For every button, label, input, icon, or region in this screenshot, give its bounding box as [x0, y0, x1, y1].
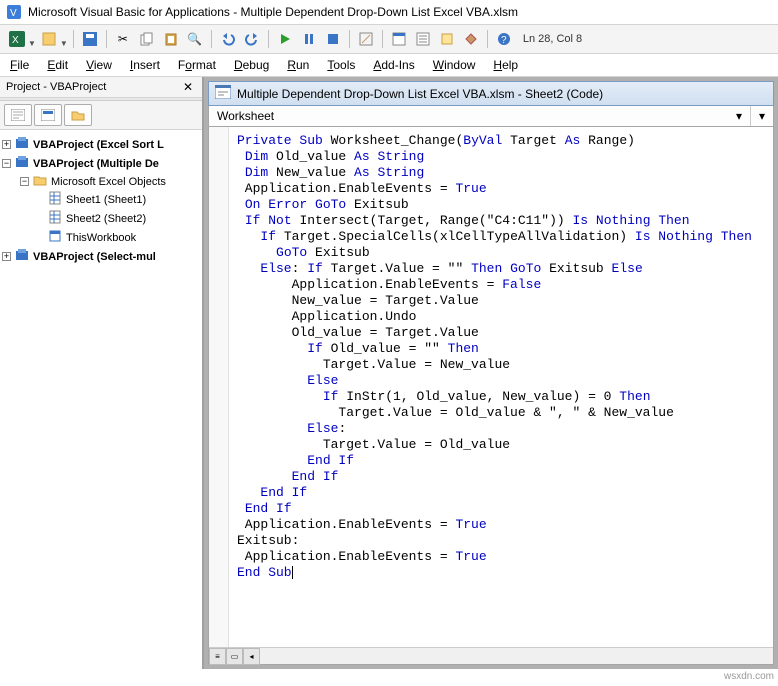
full-module-view-icon[interactable]: ≡	[209, 648, 226, 665]
toggle-folders-icon[interactable]	[64, 104, 92, 126]
watermark: wsxdn.com	[724, 671, 774, 682]
sheet-icon	[48, 191, 62, 208]
excel-icon[interactable]: X	[6, 28, 28, 50]
design-mode-icon[interactable]	[355, 28, 377, 50]
save-icon[interactable]	[79, 28, 101, 50]
procedure-combo[interactable]: ▾	[751, 106, 773, 126]
expander-icon[interactable]: +	[2, 252, 11, 261]
code-window-icon	[215, 85, 231, 102]
folder-open-icon	[33, 174, 47, 189]
chevron-down-icon: ▾	[736, 109, 742, 123]
cut-icon[interactable]: ✂	[112, 28, 134, 50]
menu-file[interactable]: File	[10, 58, 29, 72]
pause-icon[interactable]	[298, 28, 320, 50]
title-bar: V Microsoft Visual Basic for Application…	[0, 0, 778, 25]
code-margin	[209, 127, 229, 647]
project-icon	[15, 248, 29, 265]
menu-run[interactable]: Run	[287, 58, 309, 72]
code-window-titlebar[interactable]: Multiple Dependent Drop-Down List Excel …	[208, 81, 774, 106]
code-text[interactable]: Private Sub Worksheet_Change(ByVal Targe…	[229, 127, 773, 647]
code-window-title: Multiple Dependent Drop-Down List Excel …	[237, 87, 603, 101]
svg-text:V: V	[10, 8, 17, 19]
text-caret	[292, 566, 293, 579]
code-combo-row: Worksheet▾ ▾	[208, 106, 774, 127]
project-panel-header: Project - VBAProject ✕	[0, 77, 202, 98]
object-browser-icon[interactable]	[436, 28, 458, 50]
menu-bar: File Edit View Insert Format Debug Run T…	[0, 54, 778, 77]
menu-debug[interactable]: Debug	[234, 58, 269, 72]
expander-icon[interactable]: −	[2, 159, 11, 168]
paste-icon[interactable]	[160, 28, 182, 50]
menu-addins[interactable]: Add-Ins	[373, 58, 414, 72]
code-area: Multiple Dependent Drop-Down List Excel …	[204, 77, 778, 669]
window-title: Microsoft Visual Basic for Applications …	[28, 5, 518, 19]
tree-thisworkbook[interactable]: ThisWorkbook	[2, 228, 200, 247]
project-panel-toolbar	[0, 101, 202, 130]
form-icon[interactable]	[38, 28, 60, 50]
toolbox-icon[interactable]	[460, 28, 482, 50]
menu-insert[interactable]: Insert	[130, 58, 160, 72]
project-explorer-icon[interactable]	[388, 28, 410, 50]
undo-icon[interactable]	[217, 28, 239, 50]
copy-icon[interactable]	[136, 28, 158, 50]
tree-sheet1[interactable]: Sheet1 (Sheet1)	[2, 190, 200, 209]
menu-help[interactable]: Help	[493, 58, 518, 72]
tree-project-2[interactable]: −VBAProject (Multiple De	[2, 154, 200, 173]
properties-icon[interactable]	[412, 28, 434, 50]
project-panel: Project - VBAProject ✕ +VBAProject (Exce…	[0, 77, 204, 669]
chevron-down-icon: ▾	[759, 109, 765, 123]
menu-window[interactable]: Window	[433, 58, 476, 72]
procedure-view-icon[interactable]: ▭	[226, 648, 243, 665]
sheet-icon	[48, 210, 62, 227]
main-toolbar: X▼ ▼ ✂ 🔍 ? Ln 28, Col 8	[0, 25, 778, 54]
tree-sheet2[interactable]: Sheet2 (Sheet2)	[2, 209, 200, 228]
tree-project-1[interactable]: +VBAProject (Excel Sort L	[2, 135, 200, 154]
code-editor[interactable]: Private Sub Worksheet_Change(ByVal Targe…	[208, 127, 774, 665]
tree-project-3[interactable]: +VBAProject (Select-mul	[2, 247, 200, 266]
project-panel-title: Project - VBAProject	[6, 81, 106, 93]
project-icon	[15, 155, 29, 172]
scroll-left-icon[interactable]: ◂	[243, 648, 260, 665]
tree-folder-excel-objects[interactable]: −Microsoft Excel Objects	[2, 173, 200, 190]
menu-format[interactable]: Format	[178, 58, 216, 72]
project-tree[interactable]: +VBAProject (Excel Sort L −VBAProject (M…	[0, 130, 202, 669]
menu-view[interactable]: View	[86, 58, 112, 72]
stop-icon[interactable]	[322, 28, 344, 50]
object-combo[interactable]: Worksheet▾	[209, 106, 751, 126]
redo-icon[interactable]	[241, 28, 263, 50]
view-code-icon[interactable]	[4, 104, 32, 126]
workbook-icon	[48, 229, 62, 246]
expander-icon[interactable]: +	[2, 140, 11, 149]
project-icon	[15, 136, 29, 153]
menu-edit[interactable]: Edit	[47, 58, 68, 72]
find-icon[interactable]: 🔍	[184, 28, 206, 50]
panel-close-icon[interactable]: ✕	[180, 80, 196, 94]
run-icon[interactable]	[274, 28, 296, 50]
help-icon[interactable]: ?	[493, 28, 515, 50]
horizontal-scrollbar[interactable]: ≡ ▭ ◂	[209, 647, 773, 664]
app-icon: V	[6, 4, 22, 20]
view-object-icon[interactable]	[34, 104, 62, 126]
caret-position: Ln 28, Col 8	[517, 33, 588, 45]
svg-text:X: X	[12, 35, 19, 46]
expander-icon[interactable]: −	[20, 177, 29, 186]
svg-text:?: ?	[501, 35, 507, 46]
menu-tools[interactable]: Tools	[327, 58, 355, 72]
